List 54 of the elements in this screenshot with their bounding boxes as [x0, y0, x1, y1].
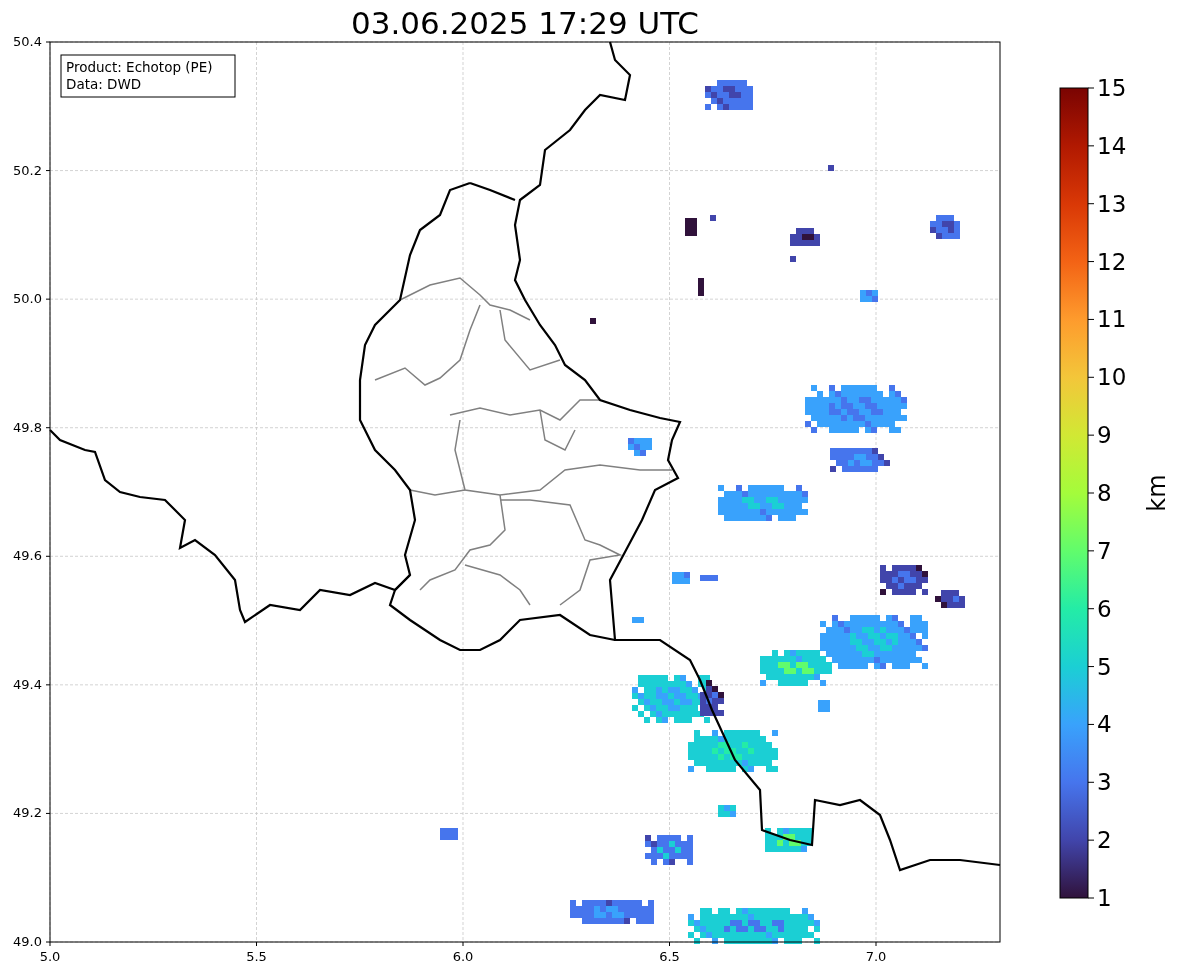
- chart-title: 03.06.2025 17:29 UTC: [351, 5, 699, 41]
- info-text: Product: Echotop (PE): [66, 59, 213, 75]
- y-tick-label: 49.2: [13, 805, 42, 821]
- radar-echo-drawing: [705, 80, 753, 110]
- x-tick-label: 6.0: [452, 949, 474, 964]
- x-tick-label: 6.5: [659, 949, 680, 964]
- radar-echo-drawing: [700, 575, 718, 581]
- colorbar-tick-label: 1: [1097, 885, 1112, 911]
- colorbar-tick-label: 3: [1097, 769, 1112, 796]
- radar-echo-drawing: [935, 590, 965, 608]
- colorbar-tick-label: 15: [1097, 75, 1127, 101]
- radar-echo-drawing: [632, 617, 644, 623]
- colorbar-tick-label: 7: [1097, 537, 1112, 564]
- radar-echo-drawing: [718, 805, 736, 817]
- radar-echo-drawing: [828, 165, 834, 171]
- colorbar-tick-label: 2: [1097, 827, 1112, 854]
- y-tick-label: 49.8: [13, 419, 42, 435]
- y-tick-label: 50.4: [13, 34, 42, 49]
- colorbar-tick-label: 12: [1097, 248, 1127, 275]
- colorbar-tick-label: 14: [1097, 132, 1127, 159]
- radar-echo-drawing: [860, 290, 878, 302]
- radar-echo-drawing: [765, 828, 813, 852]
- y-tick-label: 49.4: [13, 676, 42, 692]
- colorbar-tick-label: 11: [1097, 306, 1127, 333]
- radar-echo-drawing: [790, 256, 796, 262]
- y-tick-label: 49.0: [13, 934, 42, 949]
- radar-echo-drawing: [672, 572, 690, 584]
- y-tick-label: 50.0: [13, 291, 42, 307]
- colorbar-label: km: [1143, 474, 1171, 512]
- radar-echo-drawing: [818, 700, 830, 712]
- x-tick-label: 5.5: [246, 949, 267, 964]
- radar-echo-drawing: [590, 318, 596, 324]
- colorbar-tick-label: 8: [1097, 480, 1112, 506]
- colorbar-tick-label: 4: [1097, 711, 1112, 738]
- y-tick-label: 49.6: [13, 548, 42, 564]
- colorbar-tick-label: 10: [1097, 364, 1127, 391]
- colorbar-tick-label: 13: [1097, 190, 1127, 217]
- radar-echo-drawing: [645, 835, 693, 865]
- radar-echo-drawing: [790, 228, 820, 246]
- radar-echo-drawing: [698, 278, 704, 296]
- radar-echo-drawing: [710, 215, 716, 221]
- info-text: Data: DWD: [66, 76, 142, 92]
- colorbar-tick-label: 9: [1097, 422, 1112, 449]
- colorbar-tick-label: 5: [1097, 653, 1112, 680]
- x-tick-label: 5.0: [39, 949, 61, 964]
- y-tick-label: 50.2: [13, 162, 42, 178]
- radar-echo-drawing: [830, 448, 890, 472]
- colorbar-tick-label: 6: [1097, 595, 1112, 622]
- radar-echo-drawing: [628, 438, 652, 456]
- x-tick-label: 7.0: [865, 949, 887, 964]
- radar-echo-drawing: [685, 218, 697, 236]
- radar-echo-drawing: [880, 565, 928, 595]
- radar-echo-drawing: [440, 828, 458, 840]
- radar-echo-drawing: [930, 215, 960, 239]
